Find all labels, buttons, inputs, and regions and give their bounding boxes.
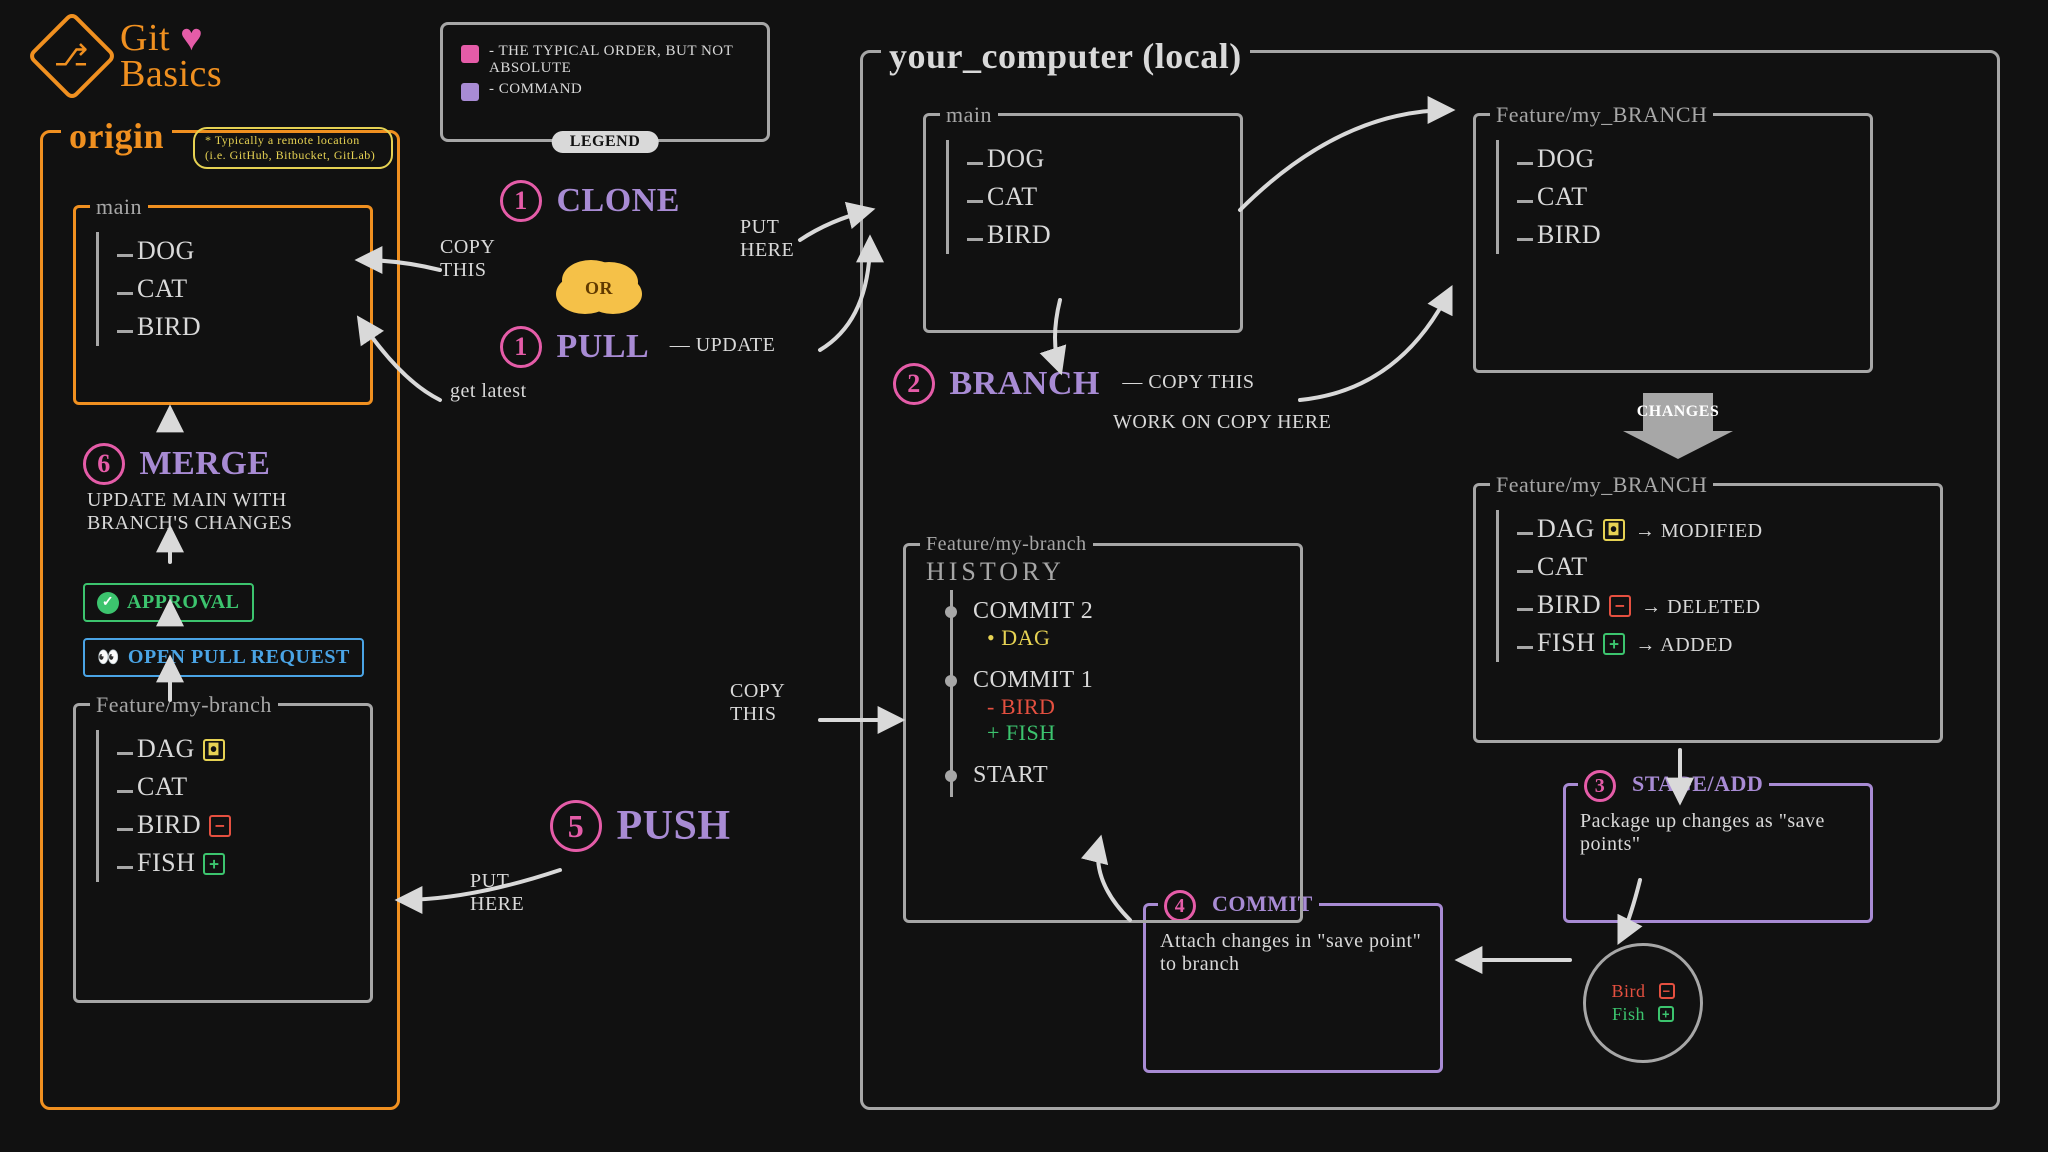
pull-command: PULL [557,328,650,365]
commit-node-start: START [973,754,1282,797]
changes-label: CHANGES [1623,403,1733,421]
step-3-badge: 3 [1584,770,1616,802]
fc-dog: DOG [1517,140,1852,178]
deleted-icon: − [1659,983,1675,999]
modified-icon: ◘ [1603,519,1625,541]
history-box: Feature/my-branch HISTORY COMMIT 2 • DAG… [903,543,1303,923]
step-1b-badge: 1 [500,326,542,368]
merge-step: 6 MERGE Update main with branch's change… [83,443,347,535]
step-1a-badge: 1 [500,180,542,222]
branch-step: 2 BRANCH — COPY THIS WORK ON COPY HERE [893,363,1331,434]
local-main-box: main DOG CAT BIRD [923,113,1243,333]
stage-note: Package up changes as "save points" [1580,810,1856,856]
page-title: ⎇ Git ♥ Basics [40,20,222,92]
clone-left-note: COPY THIS [440,236,530,282]
git-logo-icon: ⎇ [27,11,118,102]
file-dog: DOG [117,232,352,270]
branch-command: BRANCH [950,365,1100,402]
origin-tooltip: * Typically a remote location (i.e. GitH… [193,127,393,169]
file-dag: DAG◘ [117,730,352,768]
eyes-icon: 👀 [97,647,120,668]
step-5-badge: 5 [550,800,602,852]
file-bird: BIRD [117,308,352,346]
origin-container: origin * Typically a remote location (i.… [40,130,400,1110]
clone-command: CLONE [557,182,680,219]
file-cat: CAT [117,270,352,308]
changes-arrow-icon: CHANGES [1623,393,1733,463]
push-left-note: PUT HERE [470,870,550,916]
step-6-badge: 6 [83,443,125,485]
legend-box: - THE TYPICAL ORDER, BUT NOT ABSOLUTE - … [440,22,770,142]
fd-bird: BIRD−DELETED [1517,586,1922,624]
approval-label: Approval [127,591,240,614]
or-cloud: OR [570,268,628,308]
feature-dirty-title: Feature/my_BRANCH [1490,472,1713,498]
clone-step: 1 CLONE [500,180,680,222]
file-fish: FISH+ [117,844,352,882]
commit-box: 4 COMMIT Attach changes in "save point" … [1143,903,1443,1073]
origin-main-box: main DOG CAT BIRD [73,205,373,405]
feature-clean-title: Feature/my_BRANCH [1490,102,1713,128]
origin-title: origin [61,115,172,157]
title-line2: Basics [120,56,222,92]
push-right-note: COPY THIS [730,680,810,726]
local-main-title: main [940,102,998,128]
merge-command: MERGE [140,445,271,482]
open-pr-pill[interactable]: 👀 OPEN PULL REQUEST [83,638,364,677]
approval-pill[interactable]: ✓ Approval [83,583,254,622]
local-feature-dirty: Feature/my_BRANCH DAG◘MODIFIED CAT BIRD−… [1473,483,1943,743]
stage-box: 3 STAGE/ADD Package up changes as "save … [1563,783,1873,923]
commit-node-2: COMMIT 2 • DAG [973,590,1282,659]
legend-swatch-order [461,45,479,63]
origin-main-title: main [90,194,148,220]
history-branch: Feature/my-branch [926,533,1087,555]
local-title: your_computer (local) [881,35,1250,77]
lfile-dog: DOG [967,140,1222,178]
file-cat2: CAT [117,768,352,806]
check-icon: ✓ [97,592,119,614]
legend-swatch-command [461,83,479,101]
merge-note: Update main with branch's changes [87,489,347,535]
local-container: your_computer (local) main DOG CAT BIRD … [860,50,2000,1110]
push-command: PUSH [617,803,731,849]
commit-node-1: COMMIT 1 - BIRD + FISH [973,659,1282,754]
pull-step: 1 PULL — UPDATE [500,326,775,368]
deleted-icon: − [1609,595,1631,617]
origin-feature-title: Feature/my-branch [90,692,278,718]
pull-left-note: get latest [450,380,527,403]
fc-cat: CAT [1517,178,1852,216]
modified-icon: ◘ [203,739,225,761]
open-pr-label: OPEN PULL REQUEST [128,646,350,669]
local-feature-clean: Feature/my_BRANCH DOG CAT BIRD [1473,113,1873,373]
lfile-bird: BIRD [967,216,1222,254]
history-sub: HISTORY [926,557,1065,586]
lfile-cat: CAT [967,178,1222,216]
added-icon: + [203,853,225,875]
fd-fish: FISH+ADDED [1517,624,1922,662]
clone-right-note: PUT HERE [740,216,820,262]
step-2-badge: 2 [893,363,935,405]
origin-feature-box: Feature/my-branch DAG◘ CAT BIRD− FISH+ [73,703,373,1003]
commit-note: Attach changes in "save point" to branch [1160,930,1426,976]
legend-command-text: COMMAND [499,81,583,97]
deleted-icon: − [209,815,231,837]
legend-order-text: THE TYPICAL ORDER, BUT NOT ABSOLUTE [489,43,733,76]
fc-bird: BIRD [1517,216,1852,254]
push-step: 5 PUSH [550,800,731,852]
savepoint-circle: Bird − Fish + [1583,943,1703,1063]
fd-cat: CAT [1517,548,1922,586]
fd-dag: DAG◘MODIFIED [1517,510,1922,548]
added-icon: + [1603,633,1625,655]
file-bird2: BIRD− [117,806,352,844]
added-icon: + [1658,1006,1674,1022]
stage-command: STAGE/ADD [1632,771,1763,796]
